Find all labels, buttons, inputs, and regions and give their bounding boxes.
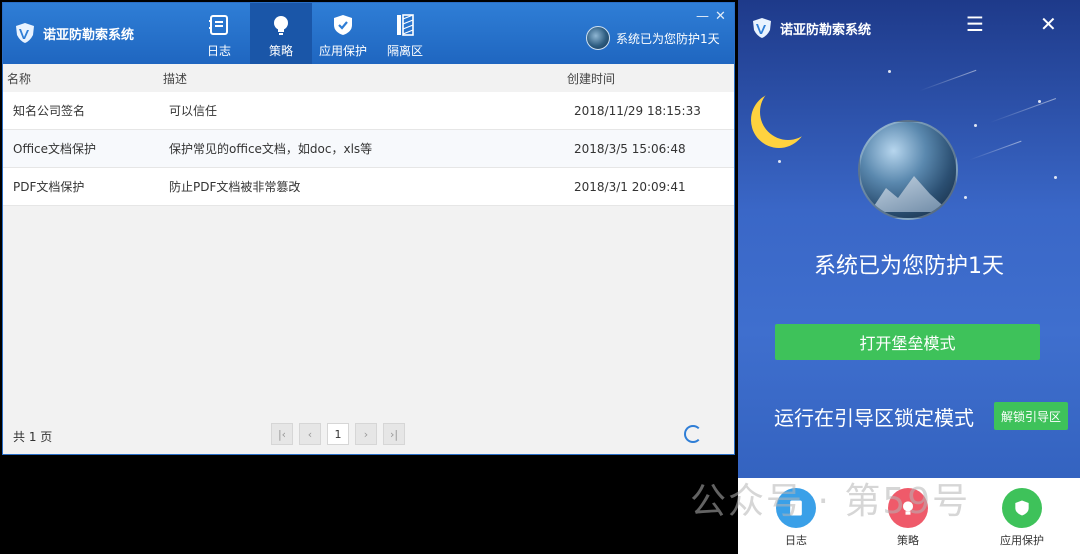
column-header-created[interactable]: 创建时间: [567, 70, 615, 87]
policy-description: 可以信任: [169, 104, 218, 118]
unlock-boot-button[interactable]: 解锁引导区: [994, 402, 1068, 430]
star-icon: [888, 70, 891, 73]
bottom-nav-app-protect[interactable]: 应用保护: [992, 488, 1052, 548]
table-footer: 共 1 页 |‹ ‹ 1 › ›|: [3, 421, 734, 451]
column-header-name[interactable]: 名称: [7, 70, 31, 87]
tab-quarantine[interactable]: 隔离区: [374, 3, 436, 64]
tab-quarantine-label: 隔离区: [386, 44, 423, 58]
star-icon: [964, 196, 967, 199]
first-page-button[interactable]: |‹: [271, 423, 293, 445]
next-page-button[interactable]: ›: [355, 423, 377, 445]
minimize-icon[interactable]: —: [696, 9, 709, 24]
fortress-mode-button[interactable]: 打开堡垒模式: [775, 324, 1040, 360]
main-window: 诺亚防勒索系统 日志 策略 应用保护 隔离区 系统已为您防护1天 — ✕ 名称 …: [2, 2, 735, 455]
star-icon: [778, 160, 781, 163]
pagination: |‹ ‹ 1 › ›|: [271, 423, 405, 445]
close-icon[interactable]: ✕: [715, 9, 726, 24]
table-row[interactable]: Office文档保护 保护常见的office文档，如doc，xls等 2018/…: [3, 130, 734, 168]
bottom-nav-label: 应用保护: [1000, 534, 1044, 547]
current-page[interactable]: 1: [327, 423, 349, 445]
app-brand: 诺亚防勒索系统: [13, 21, 134, 45]
meteor-streak: [969, 140, 1022, 161]
column-header-description[interactable]: 描述: [163, 70, 187, 87]
last-page-button[interactable]: ›|: [383, 423, 405, 445]
title-bar: 诺亚防勒索系统 日志 策略 应用保护 隔离区 系统已为您防护1天 — ✕: [3, 3, 734, 64]
policy-created: 2018/3/5 15:06:48: [574, 141, 686, 156]
shield-check-icon: [1002, 488, 1042, 528]
policy-table: 知名公司签名 可以信任 2018/11/29 18:15:33 Office文档…: [3, 92, 734, 206]
star-icon: [1054, 176, 1057, 179]
protection-status: 系统已为您防护1天: [586, 26, 720, 50]
prev-page-button[interactable]: ‹: [299, 423, 321, 445]
main-nav: 日志 策略 应用保护 隔离区: [188, 3, 436, 64]
bottom-nav-label: 策略: [897, 534, 919, 547]
policy-description: 防止PDF文档被非常篡改: [169, 180, 301, 194]
policy-created: 2018/11/29 18:15:33: [574, 103, 701, 118]
policy-created: 2018/3/1 20:09:41: [574, 179, 686, 194]
panel-brand: 诺亚防勒索系统: [750, 16, 871, 40]
shield-logo-icon: [753, 18, 771, 38]
page-count: 共 1 页: [13, 430, 53, 444]
app-title: 诺亚防勒索系统: [43, 27, 135, 43]
avatar-globe: [858, 120, 958, 220]
refresh-icon[interactable]: [684, 425, 702, 443]
bulb-icon: [268, 12, 294, 38]
policy-name: Office文档保护: [13, 142, 97, 156]
tab-policy[interactable]: 策略: [250, 3, 312, 64]
tab-app-protect-label: 应用保护: [318, 44, 367, 58]
quarantine-icon: [392, 12, 418, 38]
status-text: 系统已为您防护1天: [616, 31, 720, 46]
tab-app-protect[interactable]: 应用保护: [312, 3, 374, 64]
table-header: 名称 描述 创建时间: [3, 64, 734, 92]
menu-icon[interactable]: ☰: [966, 14, 984, 34]
shield-check-icon: [330, 12, 356, 38]
policy-name: 知名公司签名: [13, 104, 86, 118]
moon-icon: [760, 84, 816, 140]
bottom-nav-label: 日志: [785, 534, 807, 547]
tab-log[interactable]: 日志: [188, 3, 250, 64]
policy-name: PDF文档保护: [13, 180, 85, 194]
watermark-text: 公众号 · 第59号: [690, 481, 971, 522]
meteor-streak: [919, 69, 977, 92]
policy-description: 保护常见的office文档，如doc，xls等: [169, 142, 373, 156]
table-row[interactable]: 知名公司签名 可以信任 2018/11/29 18:15:33: [3, 92, 734, 130]
protection-headline: 系统已为您防护1天: [814, 254, 1004, 279]
star-icon: [974, 124, 977, 127]
panel-title: 诺亚防勒索系统: [780, 22, 872, 38]
log-icon: [206, 12, 232, 38]
tab-log-label: 日志: [206, 44, 231, 58]
meteor-streak: [989, 98, 1057, 123]
shield-logo-icon: [16, 23, 34, 43]
side-panel: 诺亚防勒索系统 ☰ ✕ 系统已为您防护1天 打开堡垒模式 运行在引导区锁定模式 …: [738, 0, 1080, 554]
tab-policy-label: 策略: [268, 44, 293, 58]
avatar: [586, 26, 610, 50]
close-icon[interactable]: ✕: [1040, 14, 1057, 34]
boot-mode-status: 运行在引导区锁定模式: [774, 406, 974, 430]
table-row[interactable]: PDF文档保护 防止PDF文档被非常篡改 2018/3/1 20:09:41: [3, 168, 734, 206]
